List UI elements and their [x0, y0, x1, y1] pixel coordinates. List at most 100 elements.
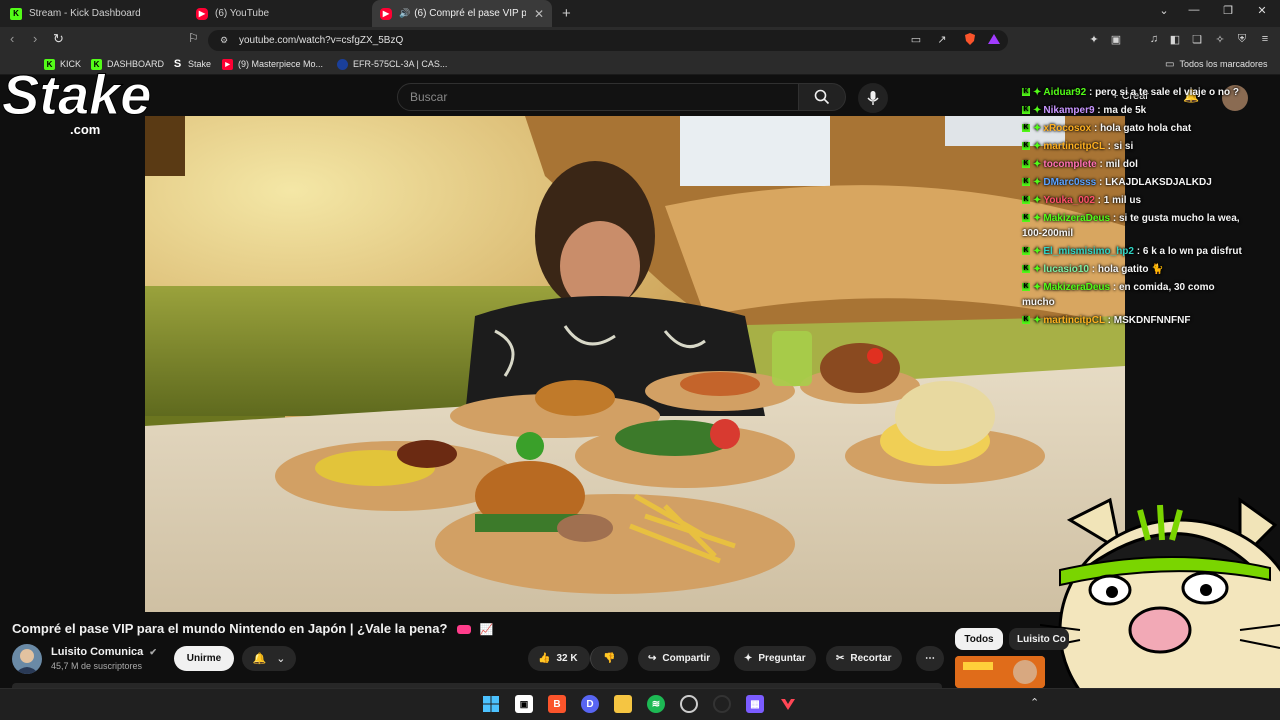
- menu-icon[interactable]: ≡: [1257, 31, 1273, 47]
- thumbs-down-icon: 👎: [603, 653, 616, 664]
- chat-username[interactable]: xRocosox: [1043, 123, 1091, 134]
- windows-start-icon[interactable]: [482, 695, 500, 713]
- rewards-icon[interactable]: [986, 31, 1002, 47]
- microphone-icon: [867, 91, 879, 105]
- brave-shield-icon[interactable]: [962, 31, 978, 47]
- address-bar[interactable]: ⚙ youtube.com/watch?v=csfgZX_5BzQ: [208, 30, 1008, 51]
- tab-youtube[interactable]: ▶ (6) YouTube: [188, 0, 368, 27]
- new-tab-icon[interactable]: +: [562, 5, 571, 22]
- tab-label: (6) YouTube: [215, 8, 270, 19]
- kick-icon: K: [10, 7, 22, 20]
- bookmark-icon[interactable]: ⚐: [188, 31, 199, 45]
- like-button[interactable]: 👍 32 K: [528, 646, 590, 671]
- ask-button[interactable]: ✦ Preguntar: [734, 646, 816, 671]
- kick-badge-icon: K: [1022, 142, 1030, 151]
- clip-button[interactable]: ✂ Recortar: [826, 646, 902, 671]
- chat-message: K ✦ MakizeraDeus : si te gusta mucho la we…: [1022, 211, 1244, 241]
- chat-separator: :: [1096, 177, 1106, 188]
- chat-separator: :: [1086, 87, 1096, 98]
- app-icon[interactable]: [713, 695, 731, 713]
- brave-browser-icon[interactable]: B: [548, 695, 566, 713]
- bookmark-label: (9) Masterpiece Mo...: [238, 59, 324, 69]
- search-button[interactable]: [798, 83, 846, 111]
- join-label: Unirme: [186, 653, 222, 664]
- maximize-icon[interactable]: ❐: [1218, 4, 1238, 17]
- minimize-icon[interactable]: —: [1184, 4, 1204, 16]
- back-icon[interactable]: ‹: [10, 31, 14, 46]
- chat-username[interactable]: lucasio10: [1043, 264, 1089, 275]
- close-window-icon[interactable]: ✕: [1252, 4, 1272, 17]
- chat-text: hola gato hola chat: [1100, 123, 1192, 134]
- spotify-icon[interactable]: ≋: [647, 695, 665, 713]
- forward-icon[interactable]: ›: [33, 31, 37, 46]
- chat-username[interactable]: martincitpCL: [1043, 315, 1105, 326]
- dislike-button[interactable]: 👎: [590, 646, 628, 671]
- sidebar-icon[interactable]: ◧: [1167, 31, 1183, 47]
- subscription-bell-button[interactable]: 🔔 ⌄: [242, 646, 296, 671]
- close-tab-icon[interactable]: ✕: [534, 7, 544, 21]
- clip-label: Recortar: [850, 653, 892, 664]
- video-frame: [145, 116, 1125, 612]
- chat-separator: :: [1096, 159, 1106, 170]
- chip-all[interactable]: Todos: [955, 628, 1003, 650]
- chat-username[interactable]: DMarc0sss: [1043, 177, 1096, 188]
- tab-active-video[interactable]: ▶ 🔊 (6) Compré el pase VIP para el ✕: [372, 0, 552, 27]
- kick-badge-icon: K: [1022, 247, 1030, 256]
- tab-kick-dashboard[interactable]: K Stream - Kick Dashboard: [2, 0, 182, 27]
- chat-username[interactable]: Youka_002: [1043, 195, 1095, 206]
- kick-badge-icon: K: [1022, 178, 1030, 187]
- recommended-thumbnail[interactable]: [955, 656, 1045, 688]
- video-title-text: Compré el pase VIP para el mundo Nintend…: [12, 621, 448, 636]
- channel-avatar[interactable]: [12, 644, 42, 674]
- reload-icon[interactable]: ↻: [53, 31, 64, 47]
- bookmark-masterpiece[interactable]: ▶ (9) Masterpiece Mo...: [222, 56, 323, 72]
- chat-separator: :: [1133, 246, 1143, 257]
- share-icon[interactable]: ↗: [934, 31, 950, 47]
- leo-ai-icon[interactable]: ✧: [1212, 31, 1228, 47]
- screenshot-icon[interactable]: ▣: [1108, 31, 1124, 47]
- grid-app-icon[interactable]: ▦: [746, 695, 764, 713]
- voice-search-button[interactable]: [858, 83, 888, 113]
- chat-message: K ✦ Youka_002 : 1 mil us: [1022, 193, 1244, 208]
- obs-icon[interactable]: [680, 695, 698, 713]
- extensions-icon[interactable]: ✦: [1086, 31, 1102, 47]
- vpn-icon[interactable]: ⛨: [1234, 31, 1250, 47]
- video-player[interactable]: [145, 116, 1125, 612]
- chat-username[interactable]: Nikamper9: [1043, 105, 1094, 116]
- bookmark-casio[interactable]: EFR-575CL-3A | CAS...: [337, 56, 447, 72]
- music-icon[interactable]: ♫: [1146, 31, 1162, 47]
- chat-message: K ✦ lucasio10 : hola gatito 🐈: [1022, 262, 1244, 277]
- stake-logo-suffix: .com: [70, 122, 100, 137]
- join-button[interactable]: Unirme: [174, 646, 234, 671]
- sub-badge-icon: ✦: [1033, 264, 1042, 275]
- chat-username[interactable]: MakizeraDeus: [1043, 282, 1110, 293]
- all-bookmarks[interactable]: ▭ Todos los marcadores: [1165, 56, 1268, 72]
- chat-username[interactable]: El_mismisimo_hp2: [1043, 246, 1134, 257]
- chip-channel[interactable]: Luisito Co: [1009, 628, 1069, 650]
- task-view-icon[interactable]: ▣: [515, 695, 533, 713]
- sub-badge-icon: ✦: [1033, 195, 1042, 206]
- share-button[interactable]: ↪ Compartir: [638, 646, 721, 671]
- chat-username[interactable]: Aiduar92: [1043, 87, 1086, 98]
- search-input[interactable]: Buscar: [397, 83, 799, 111]
- thumbnail-image: [955, 656, 1045, 688]
- cast-icon[interactable]: ▭: [908, 31, 924, 47]
- video-title: Compré el pase VIP para el mundo Nintend…: [12, 621, 493, 636]
- tab-search-icon[interactable]: ⌄: [1154, 4, 1174, 17]
- tabs-icon[interactable]: ❏: [1189, 31, 1205, 47]
- channel-name-text: Luisito Comunica: [51, 646, 144, 658]
- chat-username[interactable]: martincitpCL: [1043, 141, 1105, 152]
- sub-badge-icon: ✦: [1033, 141, 1042, 152]
- sub-badge-icon: ✦: [1033, 105, 1042, 116]
- chat-text: si si: [1113, 141, 1134, 152]
- discord-icon[interactable]: D: [581, 695, 599, 713]
- more-actions-button[interactable]: ⋯: [916, 646, 944, 671]
- channel-name[interactable]: Luisito Comunica ✔: [51, 646, 157, 658]
- file-explorer-icon[interactable]: [614, 695, 632, 713]
- chat-username[interactable]: MakizeraDeus: [1043, 213, 1110, 224]
- site-info-icon[interactable]: ⚙: [220, 35, 228, 46]
- chat-username[interactable]: tocomplete: [1043, 159, 1096, 170]
- tray-chevron-icon[interactable]: ⌃: [1030, 696, 1039, 709]
- valorant-icon[interactable]: [779, 695, 797, 713]
- chat-separator: :: [1094, 195, 1104, 206]
